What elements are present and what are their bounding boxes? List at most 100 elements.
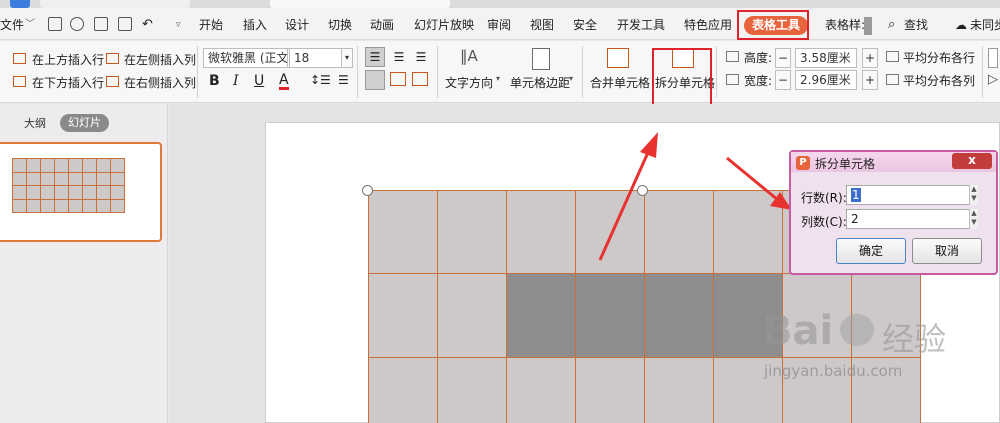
slide-thumbnail[interactable] bbox=[0, 142, 162, 242]
table-cell[interactable] bbox=[368, 357, 438, 423]
height-increase-button[interactable]: + bbox=[862, 48, 878, 68]
table-cell[interactable] bbox=[506, 273, 576, 358]
align-bottom-icon[interactable] bbox=[412, 72, 428, 86]
menu-table-style[interactable]: 表格样: bbox=[825, 15, 865, 35]
menu-slideshow[interactable]: 幻灯片放映 bbox=[414, 15, 474, 35]
text-direction-dropdown-icon[interactable]: ▾ bbox=[496, 74, 500, 83]
sync-icon[interactable] bbox=[70, 17, 84, 31]
menu-animation[interactable]: 动画 bbox=[370, 15, 394, 35]
insert-row-above-button[interactable]: 在上方插入行 bbox=[32, 51, 104, 68]
thumbnail-cell bbox=[54, 185, 69, 200]
menu-unsync[interactable]: 未同步 bbox=[970, 15, 1000, 35]
undo-icon[interactable]: ↶ bbox=[142, 15, 153, 35]
table-cell[interactable] bbox=[644, 357, 714, 423]
thumbnail-cell bbox=[40, 171, 55, 186]
align-left-icon[interactable]: ☰ bbox=[365, 47, 385, 67]
font-color-button[interactable]: A bbox=[279, 73, 289, 90]
align-top-icon[interactable] bbox=[365, 70, 385, 90]
menu-insert[interactable]: 插入 bbox=[243, 15, 267, 35]
table-cell[interactable] bbox=[437, 357, 507, 423]
eraser-icon[interactable]: ▷ bbox=[988, 72, 998, 87]
table-cell[interactable] bbox=[506, 190, 576, 274]
align-middle-icon[interactable] bbox=[390, 72, 406, 86]
print-preview-icon[interactable] bbox=[118, 17, 132, 31]
bold-button[interactable]: B bbox=[209, 73, 220, 89]
width-decrease-button[interactable]: − bbox=[775, 70, 791, 90]
merge-cells-icon bbox=[607, 48, 629, 68]
bullet-list-icon[interactable]: ☰ bbox=[338, 73, 349, 87]
width-icon bbox=[726, 74, 739, 85]
insert-row-above-icon bbox=[13, 53, 26, 64]
width-increase-button[interactable]: + bbox=[862, 70, 878, 90]
insert-row-below-button[interactable]: 在下方插入行 bbox=[32, 74, 104, 91]
merge-cells-button[interactable]: 合并单元格 bbox=[590, 74, 650, 91]
table-style-icon[interactable] bbox=[988, 48, 998, 68]
active-document-tab[interactable] bbox=[270, 0, 450, 8]
table-cell[interactable] bbox=[575, 357, 645, 423]
text-direction-button[interactable]: 文字方向 bbox=[445, 74, 493, 91]
wps-logo-icon: P bbox=[796, 156, 810, 170]
tab-slides[interactable]: 幻灯片 bbox=[60, 114, 109, 132]
distribute-rows-icon bbox=[886, 51, 899, 62]
thumbnail-table bbox=[12, 158, 125, 213]
menu-home[interactable]: 开始 bbox=[199, 15, 223, 35]
insert-col-right-button[interactable]: 在右侧插入列 bbox=[124, 74, 196, 91]
underline-button[interactable]: U bbox=[254, 73, 264, 89]
distribute-cols-button[interactable]: 平均分布各列 bbox=[903, 72, 975, 89]
width-input[interactable]: 2.96厘米 bbox=[795, 70, 857, 90]
menu-file[interactable]: 文件 bbox=[0, 15, 24, 35]
align-right-icon[interactable]: ☰ bbox=[412, 48, 430, 66]
rows-input[interactable]: 1 bbox=[846, 185, 974, 205]
italic-button[interactable]: I bbox=[233, 73, 239, 89]
customize-toolbar-icon[interactable]: ▿ bbox=[176, 15, 181, 35]
height-input[interactable]: 3.58厘米 bbox=[795, 48, 857, 68]
cloud-icon[interactable]: ☁ bbox=[955, 15, 967, 35]
line-spacing-icon[interactable]: ↕☰ bbox=[310, 73, 331, 87]
align-center-icon[interactable]: ☰ bbox=[390, 48, 408, 66]
cancel-button[interactable]: 取消 bbox=[912, 238, 982, 264]
menu-review[interactable]: 审阅 bbox=[487, 15, 511, 35]
menu-view[interactable]: 视图 bbox=[530, 15, 554, 35]
menu-design[interactable]: 设计 bbox=[285, 15, 309, 35]
table-cell[interactable] bbox=[644, 273, 714, 358]
search-icon[interactable]: ⌕ bbox=[888, 15, 895, 35]
dialog-close-button[interactable]: x bbox=[952, 153, 992, 169]
table-cell[interactable] bbox=[368, 190, 438, 274]
annotation-box-table-tools bbox=[737, 10, 809, 40]
rows-spinner-icon[interactable]: ▲ ▼ bbox=[969, 185, 978, 205]
thumbnail-cell bbox=[68, 171, 83, 186]
font-size-dropdown-icon[interactable]: ▾ bbox=[341, 48, 353, 68]
table-cell[interactable] bbox=[506, 357, 576, 423]
cell-margin-button[interactable]: 单元格边距 bbox=[510, 74, 570, 91]
menu-features[interactable]: 特色应用 bbox=[684, 15, 732, 35]
table-cell[interactable] bbox=[368, 273, 438, 358]
ok-button[interactable]: 确定 bbox=[836, 238, 906, 264]
chevron-down-icon[interactable]: ﹀ bbox=[25, 15, 35, 35]
menu-transition[interactable]: 切换 bbox=[328, 15, 352, 35]
baidu-watermark: Bai 经验 jingyan.baidu.com bbox=[758, 308, 958, 398]
cell-margin-dropdown-icon[interactable]: ▾ bbox=[569, 74, 573, 83]
font-name-select[interactable]: 微软雅黑 (正文 bbox=[203, 48, 289, 68]
height-decrease-button[interactable]: − bbox=[775, 48, 791, 68]
thumbnail-cell bbox=[26, 158, 41, 173]
menu-find[interactable]: 查找 bbox=[904, 15, 928, 35]
home-tab[interactable] bbox=[10, 0, 30, 8]
insert-col-left-icon bbox=[106, 53, 119, 64]
thumbnail-cell bbox=[68, 198, 83, 213]
save-icon[interactable] bbox=[48, 17, 62, 31]
table-cell[interactable] bbox=[437, 190, 507, 274]
table-cell[interactable] bbox=[575, 273, 645, 358]
document-tab[interactable] bbox=[40, 0, 190, 8]
cols-spinner-icon[interactable]: ▲ ▼ bbox=[969, 209, 978, 229]
cols-input[interactable]: 2 bbox=[846, 209, 974, 229]
tab-outline[interactable]: 大纲 bbox=[24, 115, 46, 131]
text-direction-icon: ‖A bbox=[460, 47, 478, 65]
resize-handle-top-left[interactable] bbox=[362, 185, 373, 196]
menu-security[interactable]: 安全 bbox=[573, 15, 597, 35]
menu-developer[interactable]: 开发工具 bbox=[617, 15, 665, 35]
distribute-rows-button[interactable]: 平均分布各行 bbox=[903, 49, 975, 66]
table-cell[interactable] bbox=[437, 273, 507, 358]
print-icon[interactable] bbox=[94, 17, 108, 31]
insert-col-left-button[interactable]: 在左侧插入列 bbox=[124, 51, 196, 68]
menu-scroll-arrow[interactable] bbox=[864, 17, 872, 35]
